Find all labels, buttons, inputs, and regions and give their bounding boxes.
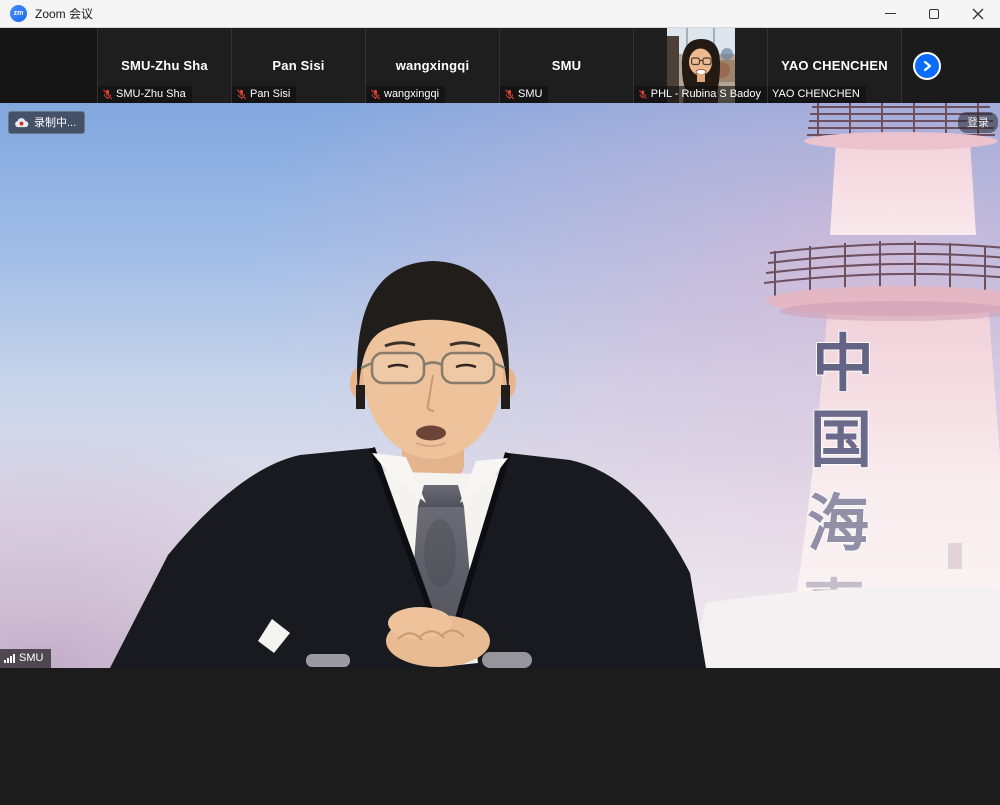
participant-tile-wangxingqi[interactable]: wangxingqi wangxingqi [366,28,500,103]
next-participants-button[interactable] [913,52,941,80]
titlebar: zm Zoom 会议 [0,0,1000,28]
participant-tile-smu-zhu-sha[interactable]: SMU-Zhu Sha SMU-Zhu Sha [98,28,232,103]
participant-label: wangxingqi [366,86,445,103]
mic-muted-icon [102,89,113,100]
participant-label: PHL - Rubina S Badoy [634,86,767,103]
participant-tile-pan-sisi[interactable]: Pan Sisi Pan Sisi [232,28,366,103]
close-icon [972,8,984,20]
minimize-button[interactable] [868,0,912,27]
close-button[interactable] [956,0,1000,27]
maximize-button[interactable] [912,0,956,27]
lighthouse-char-3: 海 [807,490,869,559]
active-speaker-name: SMU [19,652,43,664]
participant-label-text: PHL - Rubina S Badoy [651,88,761,100]
zoom-meeting-window: zm Zoom 会议 SMU-Zhu Sha [0,0,1000,805]
mic-muted-icon [504,89,515,100]
speaker-video-scene: 中 国 海 事 [0,103,1000,668]
lighthouse-char-2: 国 [810,406,872,475]
participant-tile-rubina[interactable]: PHL - Rubina S Badoy [634,28,768,103]
participant-label-text: wangxingqi [384,88,439,100]
participant-label: SMU-Zhu Sha [98,86,192,103]
main-speaker-video: 中 国 海 事 [0,103,1000,668]
window-controls [868,0,1000,27]
participant-label-text: YAO CHENCHEN [772,88,860,100]
login-button[interactable]: 登录 [958,112,998,133]
participant-tile-smu[interactable]: SMU SMU [500,28,634,103]
desk [690,587,1000,668]
chevron-right-icon [920,59,934,73]
active-speaker-label: SMU [0,649,51,668]
participant-label-text: SMU [518,88,542,100]
participant-label: Pan Sisi [232,86,296,103]
participant-label: SMU [500,86,548,103]
mic-muted-icon [370,89,381,100]
filmstrip-partial-tile[interactable] [0,28,98,103]
participant-label-text: Pan Sisi [250,88,290,100]
minimize-icon [885,13,896,14]
participant-label: YAO CHENCHEN [768,86,866,103]
filmstrip-overflow-area [902,28,1000,103]
participant-filmstrip: SMU-Zhu Sha SMU-Zhu Sha Pan Sisi [0,28,1000,103]
maximize-icon [929,9,939,19]
participant-tile-yao-chenchen[interactable]: YAO CHENCHEN YAO CHENCHEN [768,28,902,103]
window-title: Zoom 会议 [35,5,93,22]
cloud-record-icon [14,117,29,128]
mic-muted-icon [236,89,247,100]
recording-status-badge: 录制中... [8,111,85,134]
participant-label-text: SMU-Zhu Sha [116,88,186,100]
participant-name: YAO CHENCHEN [781,58,888,73]
participant-name: Pan Sisi [272,58,324,73]
lighthouse-char-1: 中 [812,330,874,399]
participant-name: SMU [552,58,582,73]
zoom-logo-icon: zm [10,5,27,22]
bottom-filler [0,668,1000,805]
signal-bars-icon [4,654,15,664]
participant-name: SMU-Zhu Sha [121,58,208,73]
recording-status-text: 录制中... [34,114,76,130]
participant-name: wangxingqi [396,58,470,73]
mic-muted-icon [638,89,648,100]
